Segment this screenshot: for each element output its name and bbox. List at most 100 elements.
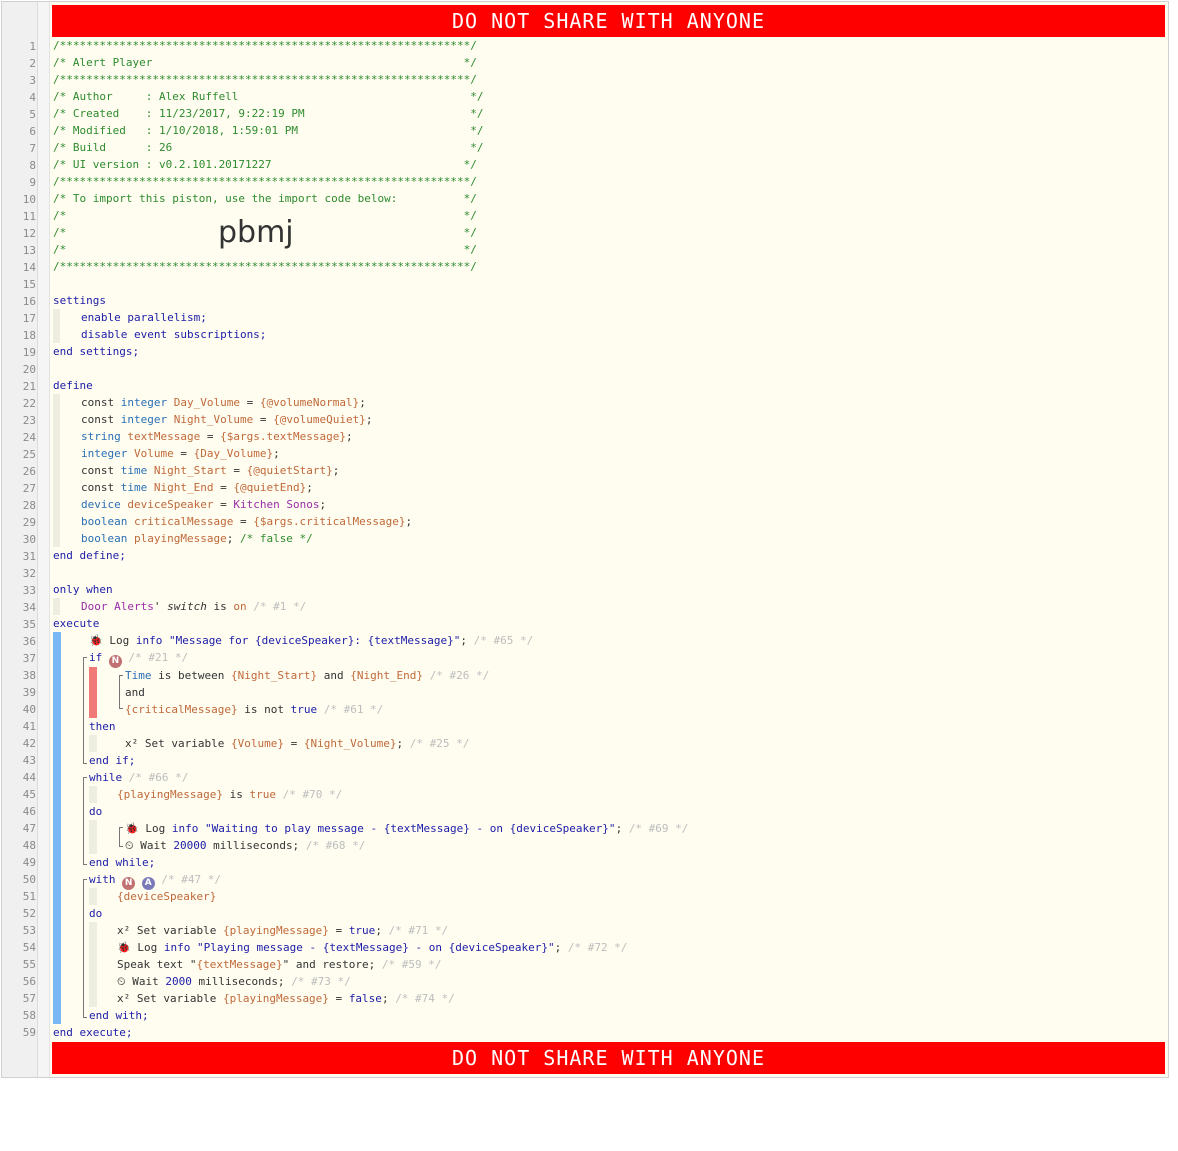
line-number: 23 — [22, 414, 36, 427]
condition-61[interactable]: {criticalMessage} is not true /* #61 */ — [125, 701, 383, 718]
define-variable-row[interactable]: const time Night_End = {@quietEnd}; — [81, 479, 313, 496]
speak-statement-59[interactable]: Speak text "{textMessage}" and restore; … — [117, 956, 442, 973]
with-statement-47[interactable]: with N A /* #47 */ — [89, 871, 221, 890]
define-variable-row[interactable]: string textMessage = {$args.textMessage}… — [81, 428, 353, 445]
define-variable-row[interactable]: device deviceSpeaker = Kitchen Sonos; — [81, 496, 326, 513]
line-number: 11 — [22, 210, 36, 223]
define-variable-row[interactable]: integer Volume = {Day_Volume}; — [81, 445, 280, 462]
line-number: 52 — [22, 907, 36, 920]
while-do-bracket — [119, 827, 123, 847]
while-condition-shade — [89, 786, 97, 803]
line-number: 16 — [22, 295, 36, 308]
define-variable-row[interactable]: const integer Day_Volume = {@volumeNorma… — [81, 394, 366, 411]
line-number: 49 — [22, 856, 36, 869]
header-author: /* Author : Alex Ruffell */ — [53, 90, 484, 103]
define-variable-row[interactable]: boolean criticalMessage = {$args.critica… — [81, 513, 412, 530]
line-number: 43 — [22, 754, 36, 767]
import-code[interactable]: pbmj — [218, 216, 294, 250]
if-keyword: if — [89, 651, 103, 664]
line-number: 15 — [22, 278, 36, 291]
settings-block-shade — [53, 309, 60, 343]
wait-statement-73[interactable]: ⏲ Wait 2000 milliseconds; /* #73 */ — [117, 973, 351, 990]
disable-subscriptions: disable event subscriptions; — [81, 328, 267, 341]
line-number: 12 — [22, 227, 36, 240]
define-block-shade — [53, 394, 60, 547]
line-number: 31 — [22, 550, 36, 563]
if-statement-21[interactable]: if N /* #21 */ — [89, 649, 188, 668]
line-number: 21 — [22, 380, 36, 393]
line-number: 29 — [22, 516, 36, 529]
line-number: 34 — [22, 601, 36, 614]
execute-keyword: execute — [53, 617, 100, 630]
set-variable-25[interactable]: x² Set variable {Volume} = {Night_Volume… — [125, 735, 469, 752]
line-number: 36 — [22, 635, 36, 648]
with-bracket — [83, 879, 87, 1018]
line-number: 10 — [22, 193, 36, 206]
line-number: 39 — [22, 686, 36, 699]
define-variable-row[interactable]: const integer Night_Volume = {@volumeQui… — [81, 411, 372, 428]
set-variable-74[interactable]: x² Set variable {playingMessage} = false… — [117, 990, 455, 1007]
header-border: /***************************************… — [53, 175, 477, 188]
while-keyword: while — [89, 771, 123, 784]
wait-statement-68[interactable]: ⏲ Wait 20000 milliseconds; /* #68 */ — [125, 837, 365, 854]
line-number: 25 — [22, 448, 36, 461]
then-block-shade — [89, 735, 97, 752]
line-number: 45 — [22, 788, 36, 801]
wait-duration: 20000 — [173, 839, 207, 852]
line-number: 28 — [22, 499, 36, 512]
line-number: 4 — [29, 91, 36, 104]
end-while: end while; — [89, 856, 156, 869]
define-variable-row[interactable]: boolean playingMessage; /* false */ — [81, 530, 313, 547]
end-define: end define; — [53, 549, 126, 562]
line-number: 7 — [29, 142, 36, 155]
line-number: 41 — [22, 720, 36, 733]
header-border: /***************************************… — [53, 73, 477, 86]
with-divider — [53, 888, 61, 889]
header-build: /* Build : 26 */ — [53, 141, 484, 154]
bug-icon: 🐞 — [89, 634, 103, 647]
with-device-shade — [89, 888, 97, 905]
and-operator: and — [125, 686, 145, 699]
line-number: 30 — [22, 533, 36, 546]
line-number: 55 — [22, 958, 36, 971]
condition-group-bracket — [119, 675, 123, 709]
line-number: 57 — [22, 992, 36, 1005]
condition-26[interactable]: Time is between {Night_Start} and {Night… — [125, 667, 489, 684]
line-number: 3 — [29, 74, 36, 87]
line-number: 51 — [22, 890, 36, 903]
line-number: 14 — [22, 261, 36, 274]
line-number: 8 — [29, 159, 36, 172]
bug-icon: 🐞 — [117, 941, 131, 954]
only-when-condition[interactable]: Door Alerts' switch is on /* #1 */ — [81, 598, 306, 615]
while-statement-66[interactable]: while /* #66 */ — [89, 769, 188, 786]
line-number: 38 — [22, 669, 36, 682]
only-when-block-shade — [53, 598, 60, 615]
clock-icon: ⏲ — [117, 975, 126, 988]
do-keyword: do — [89, 805, 103, 818]
line-number: 13 — [22, 244, 36, 257]
log-statement-72[interactable]: 🐞 Log info "Playing message - {textMessa… — [117, 939, 627, 956]
log-statement-65[interactable]: 🐞 Log info "Message for {deviceSpeaker}:… — [89, 632, 533, 649]
line-number: 35 — [22, 618, 36, 631]
line-number: 47 — [22, 822, 36, 835]
set-variable-71[interactable]: x² Set variable {playingMessage} = true;… — [117, 922, 448, 939]
line-number: 48 — [22, 839, 36, 852]
if-bracket — [83, 657, 87, 764]
log-message: "Message for {deviceSpeaker}: {textMessa… — [168, 634, 461, 647]
log-statement-69[interactable]: 🐞 Log info "Waiting to play message - {t… — [125, 820, 688, 837]
line-number: 5 — [29, 108, 36, 121]
do-keyword: do — [89, 907, 103, 920]
line-number: 40 — [22, 703, 36, 716]
end-if: end if; — [89, 754, 136, 767]
define-variable-row[interactable]: const time Night_Start = {@quietStart}; — [81, 462, 339, 479]
line-number: 24 — [22, 431, 36, 444]
execute-block-bar — [53, 632, 61, 1024]
condition-70[interactable]: {playingMessage} is true /* #70 */ — [117, 786, 342, 803]
while-do-shade — [89, 820, 97, 854]
while-bracket — [83, 777, 87, 865]
line-number: 58 — [22, 1009, 36, 1022]
line-number: 53 — [22, 924, 36, 937]
switch-attribute: switch — [167, 600, 207, 613]
with-device: {deviceSpeaker} — [117, 890, 217, 903]
line-number: 20 — [22, 363, 36, 376]
